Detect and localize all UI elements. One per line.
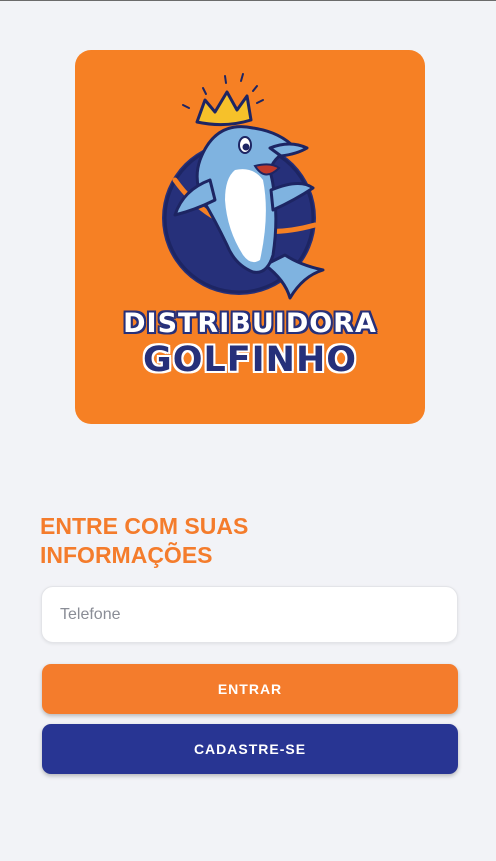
- login-heading: ENTRE COM SUAS INFORMAÇÕES: [40, 513, 249, 568]
- phone-input[interactable]: [41, 586, 458, 643]
- login-button[interactable]: ENTRAR: [42, 664, 458, 714]
- brand-logo: DISTRIBUIDORA GOLFINHO: [75, 50, 425, 424]
- top-border: [0, 0, 496, 1]
- logo-title-line2: GOLFINHO: [142, 340, 358, 380]
- logo-title-line1: DISTRIBUIDORA: [123, 308, 377, 339]
- register-button[interactable]: CADASTRE-SE: [42, 724, 458, 774]
